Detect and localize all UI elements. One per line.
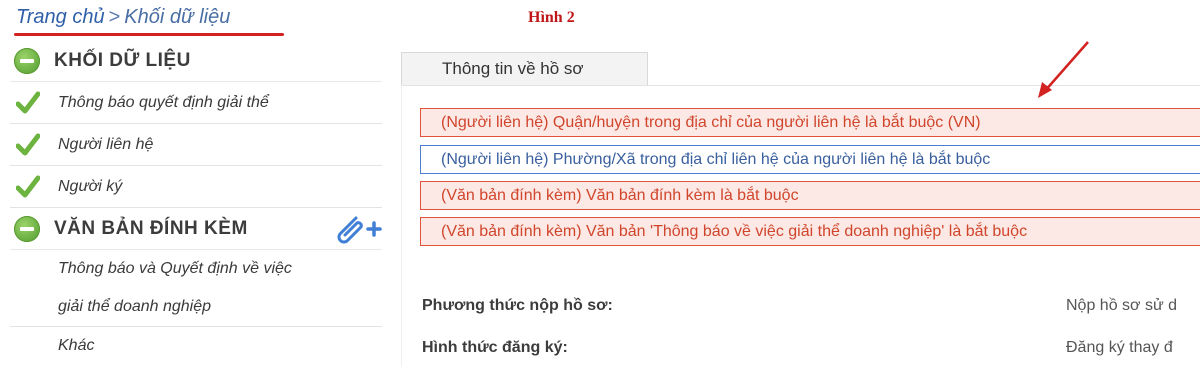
validation-error-message: (Người liên hệ) Quận/huyện trong địa chỉ…: [420, 108, 1200, 137]
breadcrumb-current: Khối dữ liệu: [124, 6, 231, 28]
validation-info-message: (Người liên hệ) Phường/Xã trong địa chỉ …: [420, 145, 1200, 174]
sidebar-item-label: Thông báo và Quyết định về việc: [58, 260, 292, 277]
sidebar-item-dissolution-decision[interactable]: Thông báo và Quyết định về việc: [10, 250, 382, 288]
sidebar-item-other[interactable]: Khác: [10, 327, 382, 365]
section-title: VĂN BẢN ĐÍNH KÈM: [54, 217, 248, 239]
divider: [401, 85, 402, 367]
collapse-icon[interactable]: [14, 215, 40, 242]
collapse-icon[interactable]: [14, 47, 40, 74]
validation-error-message: (Văn bản đính kèm) Văn bản 'Thông báo về…: [420, 217, 1200, 246]
arrow-icon: [1038, 41, 1089, 98]
validation-error-message: (Văn bản đính kèm) Văn bản đính kèm là b…: [420, 181, 1200, 210]
check-icon: [16, 175, 42, 199]
breadcrumb-separator: >: [108, 6, 121, 28]
submit-method-label: Phương thức nộp hồ sơ:: [422, 297, 613, 314]
section-data-header[interactable]: KHỐI DỮ LIỆU: [10, 40, 382, 82]
check-icon: [16, 133, 42, 157]
sidebar-item-dissolution-notice[interactable]: Thông báo quyết định giải thể: [10, 82, 382, 124]
tab-label: Thông tin về hồ sơ: [442, 59, 584, 78]
figure-caption: Hình 2: [528, 9, 575, 26]
annotation-underline: [14, 33, 284, 36]
sidebar-item-label: giải thể doanh nghiệp: [58, 298, 212, 315]
sidebar-item-label: Người ký: [58, 177, 123, 195]
breadcrumb-home-link[interactable]: Trang chủ: [16, 6, 105, 28]
sidebar: KHỐI DỮ LIỆU Thông báo quyết định giải t…: [10, 40, 382, 365]
sidebar-item-label: Thông báo quyết định giải thể: [58, 93, 269, 111]
register-form-value: Đăng ký thay đ: [1066, 339, 1173, 356]
sidebar-item-label: Khác: [58, 337, 95, 354]
sidebar-item-dissolution-decision-line2[interactable]: giải thể doanh nghiệp: [10, 288, 382, 327]
submit-method-value: Nộp hồ sơ sử d: [1066, 297, 1178, 314]
section-attachments-header[interactable]: VĂN BẢN ĐÍNH KÈM: [10, 208, 382, 250]
paperclip-plus-icon[interactable]: [326, 212, 382, 246]
register-form-label: Hình thức đăng ký:: [422, 339, 568, 356]
check-icon: [16, 91, 42, 115]
breadcrumb: Trang chủ > Khối dữ liệu: [16, 6, 230, 29]
sidebar-item-contact-person[interactable]: Người liên hệ: [10, 124, 382, 166]
tab-file-info[interactable]: Thông tin về hồ sơ: [401, 52, 648, 86]
sidebar-item-label: Người liên hệ: [58, 135, 154, 153]
section-title: KHỐI DỮ LIỆU: [54, 49, 191, 71]
sidebar-item-signer[interactable]: Người ký: [10, 166, 382, 208]
